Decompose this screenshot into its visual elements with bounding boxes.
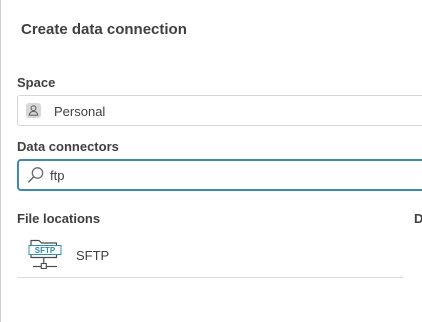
connector-item-sftp[interactable]: SFTP SFTP xyxy=(17,231,403,278)
space-label: Space xyxy=(17,75,56,90)
space-select[interactable]: Personal xyxy=(17,95,422,126)
create-data-connection-dialog: Create data connection Space Personal Da… xyxy=(0,0,422,322)
dialog-title: Create data connection xyxy=(21,21,187,38)
connector-label: SFTP xyxy=(76,248,110,263)
person-icon xyxy=(26,103,41,118)
connector-search-box[interactable] xyxy=(17,159,422,191)
right-column-label: D xyxy=(414,211,422,226)
sftp-icon-text: SFTP xyxy=(35,246,56,255)
connector-search-input[interactable] xyxy=(50,165,410,185)
space-value: Personal xyxy=(54,104,106,119)
file-locations-label: File locations xyxy=(17,211,101,226)
data-connectors-label: Data connectors xyxy=(17,139,119,154)
sftp-folder-icon: SFTP xyxy=(28,239,62,270)
search-icon xyxy=(28,167,44,183)
